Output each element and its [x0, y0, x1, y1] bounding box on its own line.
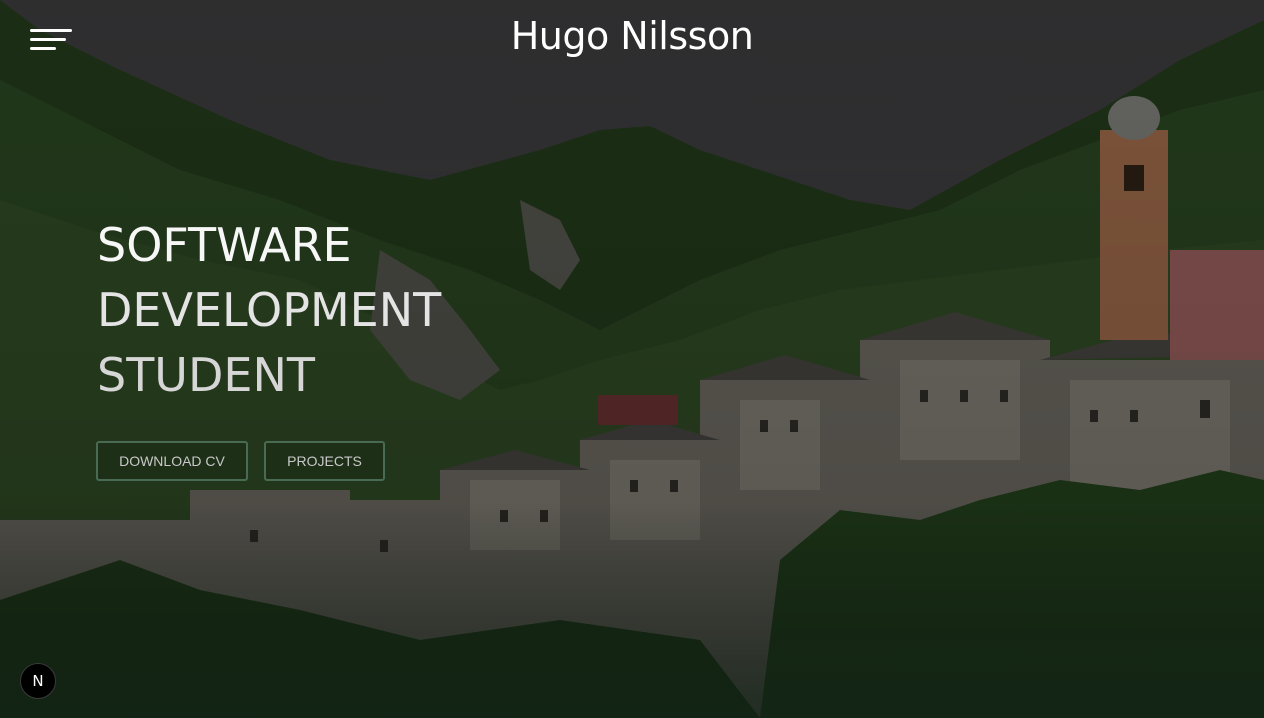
download-cv-button[interactable]: DOWNLOAD CV: [96, 441, 248, 481]
headline-line-2: DEVELOPMENT: [97, 283, 442, 337]
headline-line-3: STUDENT: [97, 348, 315, 402]
hero-section: Hugo Nilsson SOFTWARE DEVELOPMENT STUDEN…: [0, 0, 1264, 718]
headline-line-1: SOFTWARE: [97, 218, 352, 272]
site-title: Hugo Nilsson: [510, 14, 754, 58]
projects-button[interactable]: PROJECTS: [264, 441, 385, 481]
hero-headline: SOFTWARE DEVELOPMENT STUDENT: [97, 213, 441, 408]
hero-button-row: DOWNLOAD CV PROJECTS: [96, 441, 385, 481]
nextjs-dev-indicator-icon[interactable]: N: [20, 663, 56, 699]
site-header: Hugo Nilsson: [0, 0, 1264, 80]
